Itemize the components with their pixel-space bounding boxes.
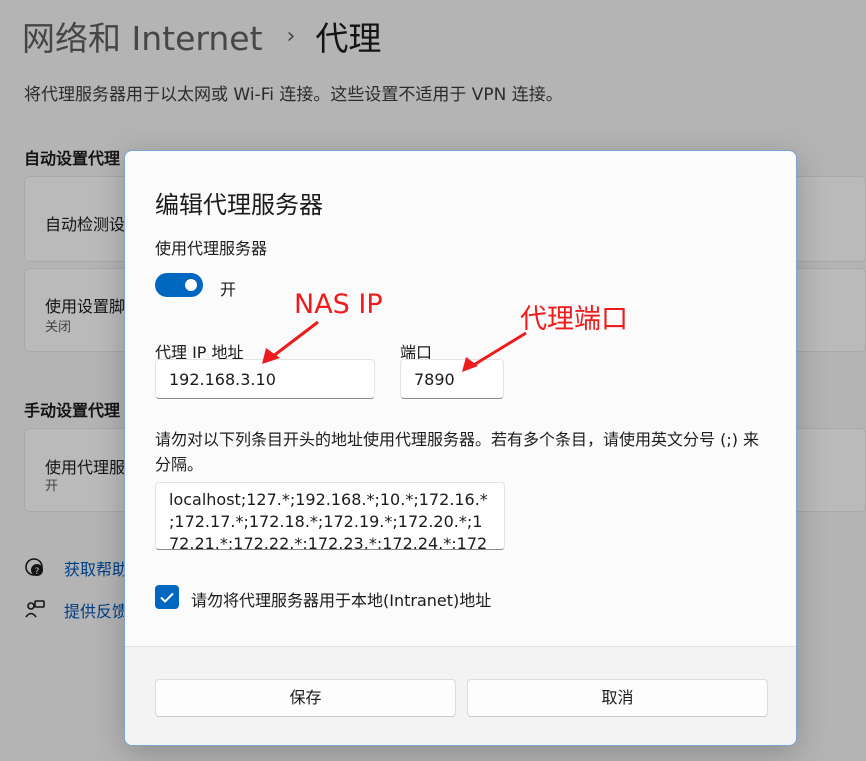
arrow-to-ip-icon	[262, 320, 319, 364]
annotation-arrows	[262, 320, 527, 372]
arrow-to-port-icon	[462, 331, 527, 372]
